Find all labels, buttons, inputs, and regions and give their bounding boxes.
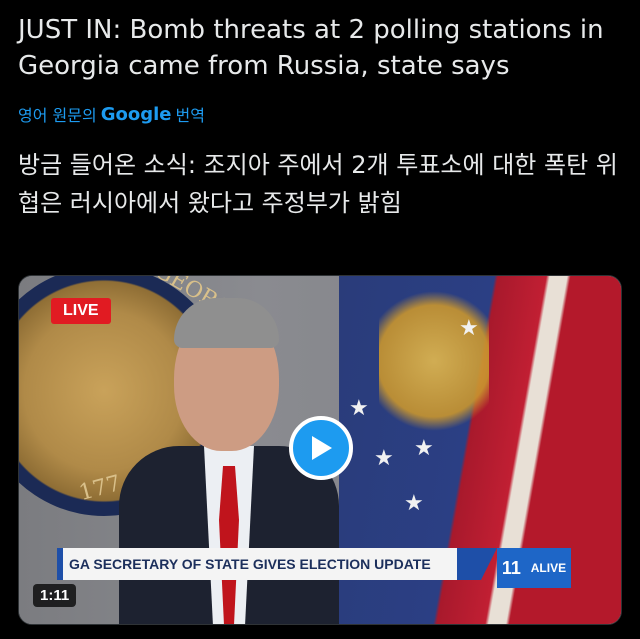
- station-name: ALIVE: [530, 561, 567, 575]
- lower-third-text: GA SECRETARY OF STATE GIVES ELECTION UPD…: [69, 556, 431, 572]
- video-player[interactable]: GEORGIA 177 ★ ★ ★ ★ ★ LIVE GA SECRETARY …: [18, 275, 622, 625]
- flag-star-icon: ★: [404, 491, 424, 516]
- translation-link[interactable]: 영어 원문의 Google 번역: [18, 102, 205, 126]
- flag-star-icon: ★: [414, 436, 434, 461]
- play-icon: [312, 436, 332, 460]
- speaker-hair: [174, 298, 279, 348]
- play-button[interactable]: [289, 416, 353, 480]
- station-logo: 11 ALIVE: [497, 548, 571, 588]
- translation-prefix: 영어 원문의: [18, 106, 97, 125]
- station-number: 11: [501, 557, 521, 578]
- translated-text: 방금 들어온 소식: 조지아 주에서 2개 투표소에 대한 폭탄 위협은 러시아…: [18, 151, 618, 217]
- flag-star-icon: ★: [459, 316, 479, 341]
- translation-suffix: 번역: [175, 106, 205, 125]
- video-duration: 1:11: [33, 584, 77, 607]
- flag-star-icon: ★: [349, 396, 369, 421]
- post-text: JUST IN: Bomb threats at 2 polling stati…: [18, 15, 604, 81]
- google-logo: Google: [100, 103, 172, 125]
- flag-emblem: [379, 286, 489, 436]
- lower-third-banner: GA SECRETARY OF STATE GIVES ELECTION UPD…: [57, 548, 457, 580]
- flag-star-icon: ★: [374, 446, 394, 471]
- live-badge: LIVE: [51, 298, 111, 324]
